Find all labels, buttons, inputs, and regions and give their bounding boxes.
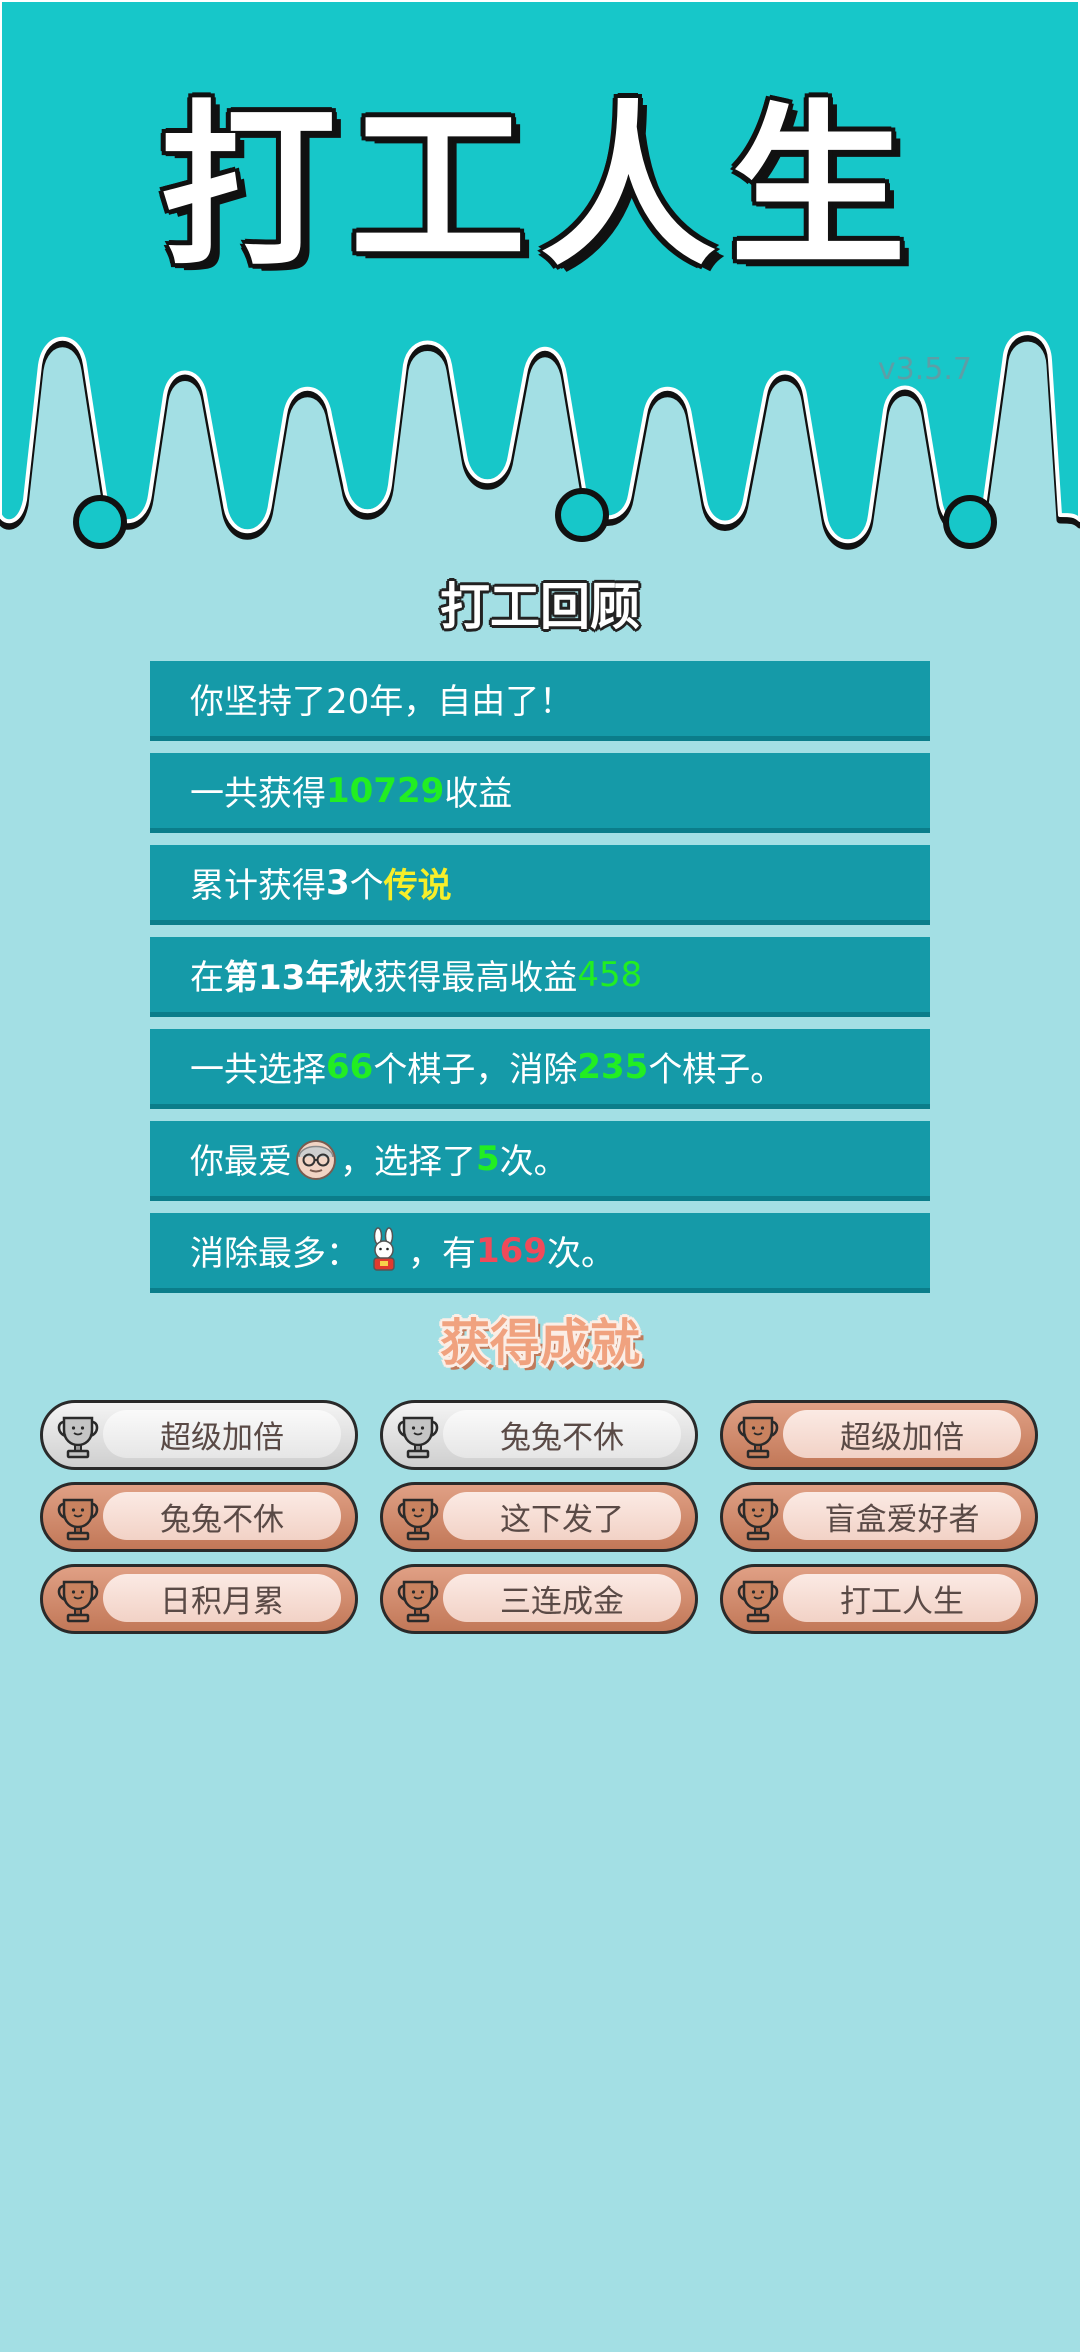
review-value: 5 bbox=[476, 1138, 500, 1179]
achievement-badge[interactable]: 三连成金 bbox=[380, 1564, 698, 1634]
header: 打工人生 v3.5.7 bbox=[0, 0, 1080, 560]
review-text: 消除最多： bbox=[190, 1234, 360, 1274]
achievement-badge[interactable]: 超级加倍 bbox=[720, 1400, 1038, 1470]
achievements-title: 获得成就 bbox=[440, 1314, 640, 1372]
review-row-favorite: 你最爱 ，选择了 5 次。 bbox=[150, 1121, 930, 1201]
achievements-panel: 超级加倍 兔兔不休 超级加倍 兔兔不休 这下发了 盲盒爱好者 日积月累 三连成金 打工人生 bbox=[40, 1400, 1040, 1634]
review-row-best: 在 第13年秋 获得最高收益 458 bbox=[150, 937, 930, 1017]
review-value: 169 bbox=[476, 1230, 547, 1271]
achievement-badge[interactable]: 打工人生 bbox=[720, 1564, 1038, 1634]
achievement-label: 兔兔不休 bbox=[443, 1410, 681, 1458]
review-text: ，选择了 bbox=[340, 1142, 476, 1182]
review-text: 你最爱 bbox=[190, 1142, 292, 1182]
review-value: 66 bbox=[326, 1046, 374, 1087]
review-row-legend: 累计获得 3 个传说 bbox=[150, 845, 930, 925]
review-value: 458 bbox=[577, 954, 643, 995]
review-text: 一共选择 bbox=[190, 1050, 326, 1090]
achievement-label: 兔兔不休 bbox=[103, 1492, 341, 1540]
review-title: 打工回顾 bbox=[440, 578, 640, 636]
review-row-income: 一共获得 10729 收益 bbox=[150, 753, 930, 833]
achievement-label: 打工人生 bbox=[783, 1574, 1021, 1622]
achievement-badge[interactable]: 兔兔不休 bbox=[380, 1400, 698, 1470]
achievement-label: 这下发了 bbox=[443, 1492, 681, 1540]
review-value: 235 bbox=[577, 1046, 649, 1087]
achievement-badge[interactable]: 兔兔不休 bbox=[40, 1482, 358, 1552]
review-stats-list: 你坚持了20年，自由了！ 一共获得 10729 收益 累计获得 3 个传说在 第13年秋 获… bbox=[150, 661, 930, 1305]
review-text: 个棋子。 bbox=[648, 1050, 785, 1090]
review-text: 你坚持了20年，自由了！ bbox=[190, 682, 574, 722]
achievement-label: 盲盒爱好者 bbox=[783, 1492, 1021, 1540]
review-text: 一共获得 bbox=[190, 774, 326, 814]
review-value: 传说 bbox=[383, 866, 452, 906]
achievement-label: 日积月累 bbox=[103, 1574, 341, 1622]
achievements-grid: 超级加倍 兔兔不休 超级加倍 兔兔不休 这下发了 盲盒爱好者 日积月累 三连成金 打工人生 bbox=[40, 1400, 1040, 1634]
game-title: 打工人生 bbox=[159, 85, 920, 290]
review-text: 获得最高收益 bbox=[373, 958, 578, 998]
review-text: 个棋子，消除 bbox=[373, 1050, 578, 1090]
review-row-pieces: 一共选择 66 个棋子，消除 235 个棋子。 bbox=[150, 1029, 930, 1109]
review-text: 收益 bbox=[444, 774, 513, 814]
review-value: 10729 bbox=[326, 770, 445, 811]
review-text: 在 bbox=[190, 958, 224, 998]
review-text: ，有 bbox=[408, 1234, 476, 1274]
review-text: 个 bbox=[349, 866, 384, 906]
achievement-badge[interactable]: 日积月累 bbox=[40, 1564, 358, 1634]
achievement-label: 三连成金 bbox=[443, 1574, 681, 1622]
rabbit-icon bbox=[360, 1226, 408, 1275]
review-text: 次。 bbox=[499, 1142, 568, 1182]
achievement-badge[interactable]: 这下发了 bbox=[380, 1482, 698, 1552]
achievement-label: 超级加倍 bbox=[103, 1410, 341, 1458]
review-text: 累计获得 bbox=[190, 866, 326, 906]
version-label: v3.5.7 bbox=[877, 352, 972, 387]
review-value: 第13年秋 bbox=[224, 958, 374, 998]
achievement-badge[interactable]: 超级加倍 bbox=[40, 1400, 358, 1470]
review-text: 次。 bbox=[546, 1234, 615, 1274]
review-value: 3 bbox=[326, 862, 350, 903]
review-row-years: 你坚持了20年，自由了！ bbox=[150, 661, 930, 741]
old-man-face-icon bbox=[292, 1135, 340, 1183]
achievement-badge[interactable]: 盲盒爱好者 bbox=[720, 1482, 1038, 1552]
review-row-most-eliminated: 消除最多： ，有 169 次。 bbox=[150, 1213, 930, 1293]
achievement-label: 超级加倍 bbox=[783, 1410, 1021, 1458]
